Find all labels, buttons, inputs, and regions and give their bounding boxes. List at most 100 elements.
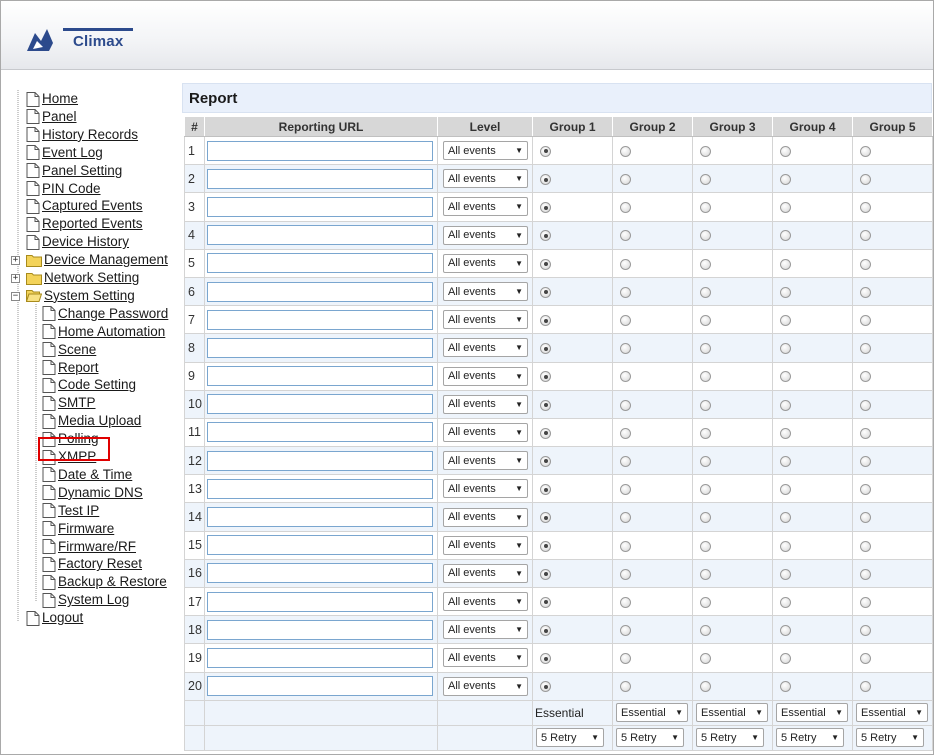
reporting-url-input[interactable] [207,366,433,387]
group-1-radio[interactable] [540,625,551,637]
sidebar-item-label[interactable]: Firmware/RF [58,538,136,556]
sidebar-item-change-password[interactable]: Change Password [42,305,168,323]
group-2-mode-select[interactable]: Essential ▼ [616,703,688,723]
group-5-radio[interactable] [860,625,871,637]
sidebar-item-panel-setting[interactable]: Panel Setting [26,162,122,180]
group-3-radio[interactable] [700,681,711,693]
group-5-radio[interactable] [860,399,871,411]
sidebar-item-system-log[interactable]: System Log [42,591,129,609]
level-select[interactable]: All events ▼ [443,169,528,189]
group-4-retry-select[interactable]: 5 Retry ▼ [776,728,844,748]
level-select[interactable]: All events ▼ [443,310,528,330]
reporting-url-input[interactable] [207,450,433,471]
sidebar-item-network-setting[interactable]: + Network Setting [11,269,139,287]
reporting-url-input[interactable] [207,253,433,274]
reporting-url-input[interactable] [207,337,433,358]
group-3-radio[interactable] [700,286,711,298]
sidebar-item-device-management[interactable]: + Device Management [11,251,168,269]
group-3-radio[interactable] [700,653,711,665]
reporting-url-input[interactable] [207,168,433,189]
group-2-radio[interactable] [620,230,631,242]
sidebar-item-media-upload[interactable]: Media Upload [42,412,141,430]
group-2-radio[interactable] [620,399,631,411]
group-5-radio[interactable] [860,484,871,496]
sidebar-item-reported-events[interactable]: Reported Events [26,215,143,233]
group-3-radio[interactable] [700,202,711,214]
group-3-radio[interactable] [700,258,711,270]
group-3-radio[interactable] [700,230,711,242]
reporting-url-input[interactable] [207,478,433,499]
group-2-radio[interactable] [620,202,631,214]
group-4-radio[interactable] [780,653,791,665]
group-2-radio[interactable] [620,540,631,552]
group-1-radio[interactable] [540,653,551,665]
level-select[interactable]: All events ▼ [443,620,528,640]
group-1-radio[interactable] [540,399,551,411]
group-3-radio[interactable] [700,512,711,524]
group-1-radio[interactable] [540,596,551,608]
group-3-radio[interactable] [700,315,711,327]
group-4-radio[interactable] [780,484,791,496]
sidebar-item-event-log[interactable]: Event Log [26,144,103,162]
level-select[interactable]: All events ▼ [443,366,528,386]
sidebar-item-pin-code[interactable]: PIN Code [26,180,101,198]
sidebar-item-factory-reset[interactable]: Factory Reset [42,555,142,573]
group-1-radio[interactable] [540,512,551,524]
group-3-radio[interactable] [700,145,711,157]
group-2-radio[interactable] [620,455,631,467]
level-select[interactable]: All events ▼ [443,141,528,161]
sidebar-item-label[interactable]: Panel [42,108,77,126]
group-2-radio[interactable] [620,371,631,383]
group-2-radio[interactable] [620,174,631,186]
group-1-radio[interactable] [540,455,551,467]
group-2-radio[interactable] [620,625,631,637]
sidebar-item-label[interactable]: Reported Events [42,215,143,233]
group-5-radio[interactable] [860,286,871,298]
group-3-radio[interactable] [700,371,711,383]
sidebar-item-label[interactable]: Backup & Restore [58,573,167,591]
group-5-radio[interactable] [860,343,871,355]
group-5-radio[interactable] [860,230,871,242]
group-5-radio[interactable] [860,653,871,665]
sidebar-item-label[interactable]: Change Password [58,305,168,323]
level-select[interactable]: All events ▼ [443,563,528,583]
group-3-radio[interactable] [700,399,711,411]
reporting-url-input[interactable] [207,619,433,640]
group-5-radio[interactable] [860,512,871,524]
group-5-radio[interactable] [860,568,871,580]
sidebar-item-system-setting[interactable]: − System Setting [11,287,135,305]
sidebar-item-label[interactable]: Network Setting [44,269,139,287]
reporting-url-input[interactable] [207,422,433,443]
sidebar-item-label[interactable]: Home Automation [58,323,165,341]
sidebar-item-scene[interactable]: Scene [42,341,96,359]
group-4-mode-select[interactable]: Essential ▼ [776,703,848,723]
sidebar-item-label[interactable]: Media Upload [58,412,141,430]
level-select[interactable]: All events ▼ [443,535,528,555]
sidebar-item-test-ip[interactable]: Test IP [42,502,99,520]
sidebar-item-label[interactable]: Device Management [44,251,168,269]
group-5-retry-select[interactable]: 5 Retry ▼ [856,728,924,748]
level-select[interactable]: All events ▼ [443,253,528,273]
group-5-radio[interactable] [860,596,871,608]
group-4-radio[interactable] [780,512,791,524]
group-2-radio[interactable] [620,315,631,327]
reporting-url-input[interactable] [207,507,433,528]
group-4-radio[interactable] [780,202,791,214]
sidebar-item-label[interactable]: Home [42,90,78,108]
reporting-url-input[interactable] [207,140,433,161]
group-4-radio[interactable] [780,315,791,327]
group-4-radio[interactable] [780,258,791,270]
collapse-icon[interactable]: − [11,291,20,301]
reporting-url-input[interactable] [207,563,433,584]
level-select[interactable]: All events ▼ [443,422,528,442]
group-2-radio[interactable] [620,484,631,496]
group-4-radio[interactable] [780,681,791,693]
sidebar-item-device-history[interactable]: Device History [26,233,129,251]
group-2-radio[interactable] [620,681,631,693]
sidebar-item-dynamic-dns[interactable]: Dynamic DNS [42,484,143,502]
group-1-radio[interactable] [540,371,551,383]
sidebar-item-label[interactable]: Test IP [58,502,99,520]
sidebar-item-backup-and-restore[interactable]: Backup & Restore [42,573,167,591]
level-select[interactable]: All events ▼ [443,197,528,217]
group-2-radio[interactable] [620,145,631,157]
